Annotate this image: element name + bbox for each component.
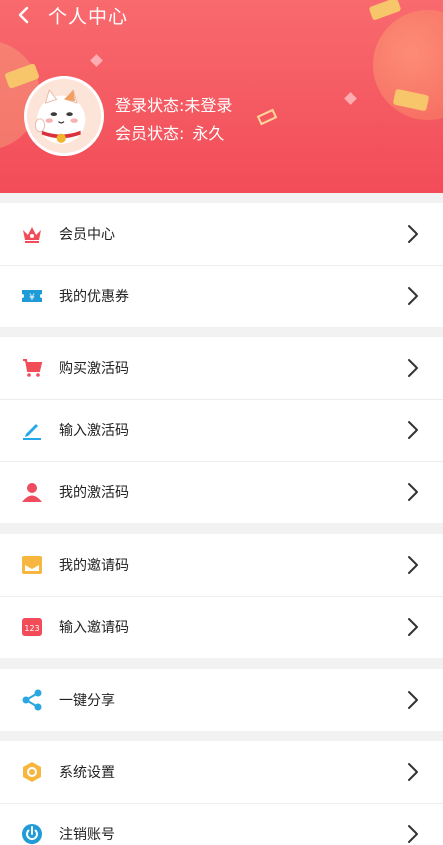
svg-text:123: 123 [24,624,39,633]
page-title: 个人中心 [48,5,129,28]
avatar[interactable] [24,76,104,156]
menu-item-enter-invitation-code[interactable]: 123 输入邀请码 [0,596,443,658]
chevron-right-icon [407,824,419,844]
menu-item-buy-activation-code[interactable]: 购买激活码 [0,337,443,399]
menu-label: 系统设置 [59,765,115,781]
menu-section-membership: 会员中心 ¥ 我的优惠券 [0,203,443,327]
envelope-icon [21,554,43,576]
menu-section-system: 系统设置 注销账号 [0,741,443,845]
menu-section-invitation: 我的邀请码 123 输入邀请码 [0,534,443,658]
member-status: 会员状态: 永久 [115,120,224,144]
share-icon [21,689,43,711]
menu-label: 输入激活码 [59,423,129,439]
menu-label: 注销账号 [59,827,115,843]
menu-label: 购买激活码 [59,361,129,377]
chevron-right-icon [407,762,419,782]
menu-section-activation: 购买激活码 输入激活码 我的激活码 [0,337,443,523]
menu-item-my-activation-codes[interactable]: 我的激活码 [0,461,443,523]
menu-label: 我的优惠券 [59,289,129,305]
chevron-left-icon [18,6,29,24]
chevron-right-icon [407,286,419,306]
settings-icon [21,761,43,783]
power-icon [21,823,43,845]
lucky-cat-icon [34,89,86,144]
menu-label: 一键分享 [59,693,115,709]
profile-header: 个人中心 登录状态: 未登录 会员状态: 永久 [0,0,443,193]
menu-item-cancel-account[interactable]: 注销账号 [0,803,443,845]
member-status-label: 会员状态: [115,124,185,143]
login-status-label: 登录状态: [115,96,185,115]
chevron-right-icon [407,224,419,244]
menu-label: 我的邀请码 [59,558,129,574]
menu-item-my-coupons[interactable]: ¥ 我的优惠券 [0,265,443,327]
chevron-right-icon [407,420,419,440]
crown-icon [21,223,43,245]
number-code-icon: 123 [21,616,43,638]
menu-label: 输入邀请码 [59,620,129,636]
menu-item-member-center[interactable]: 会员中心 [0,203,443,265]
svg-text:¥: ¥ [29,293,35,303]
back-button[interactable] [0,0,48,30]
menu-item-my-invitation-code[interactable]: 我的邀请码 [0,534,443,596]
member-status-value: 永久 [192,124,225,143]
menu-label: 我的激活码 [59,485,129,501]
chevron-right-icon [407,690,419,710]
decor-coin [368,0,402,21]
chevron-right-icon [407,617,419,637]
menu-label: 会员中心 [59,227,115,243]
top-bar: 个人中心 [0,0,128,30]
coupon-icon: ¥ [21,285,43,307]
chevron-right-icon [407,555,419,575]
login-status-value: 未登录 [184,96,233,115]
menu-item-system-settings[interactable]: 系统设置 [0,741,443,803]
chevron-right-icon [407,358,419,378]
login-status: 登录状态: 未登录 [115,92,232,116]
pencil-icon [21,419,43,441]
menu-item-enter-activation-code[interactable]: 输入激活码 [0,399,443,461]
cart-icon [21,357,43,379]
user-icon [21,481,43,503]
menu-section-share: 一键分享 [0,669,443,731]
menu-item-one-click-share[interactable]: 一键分享 [0,669,443,731]
chevron-right-icon [407,482,419,502]
